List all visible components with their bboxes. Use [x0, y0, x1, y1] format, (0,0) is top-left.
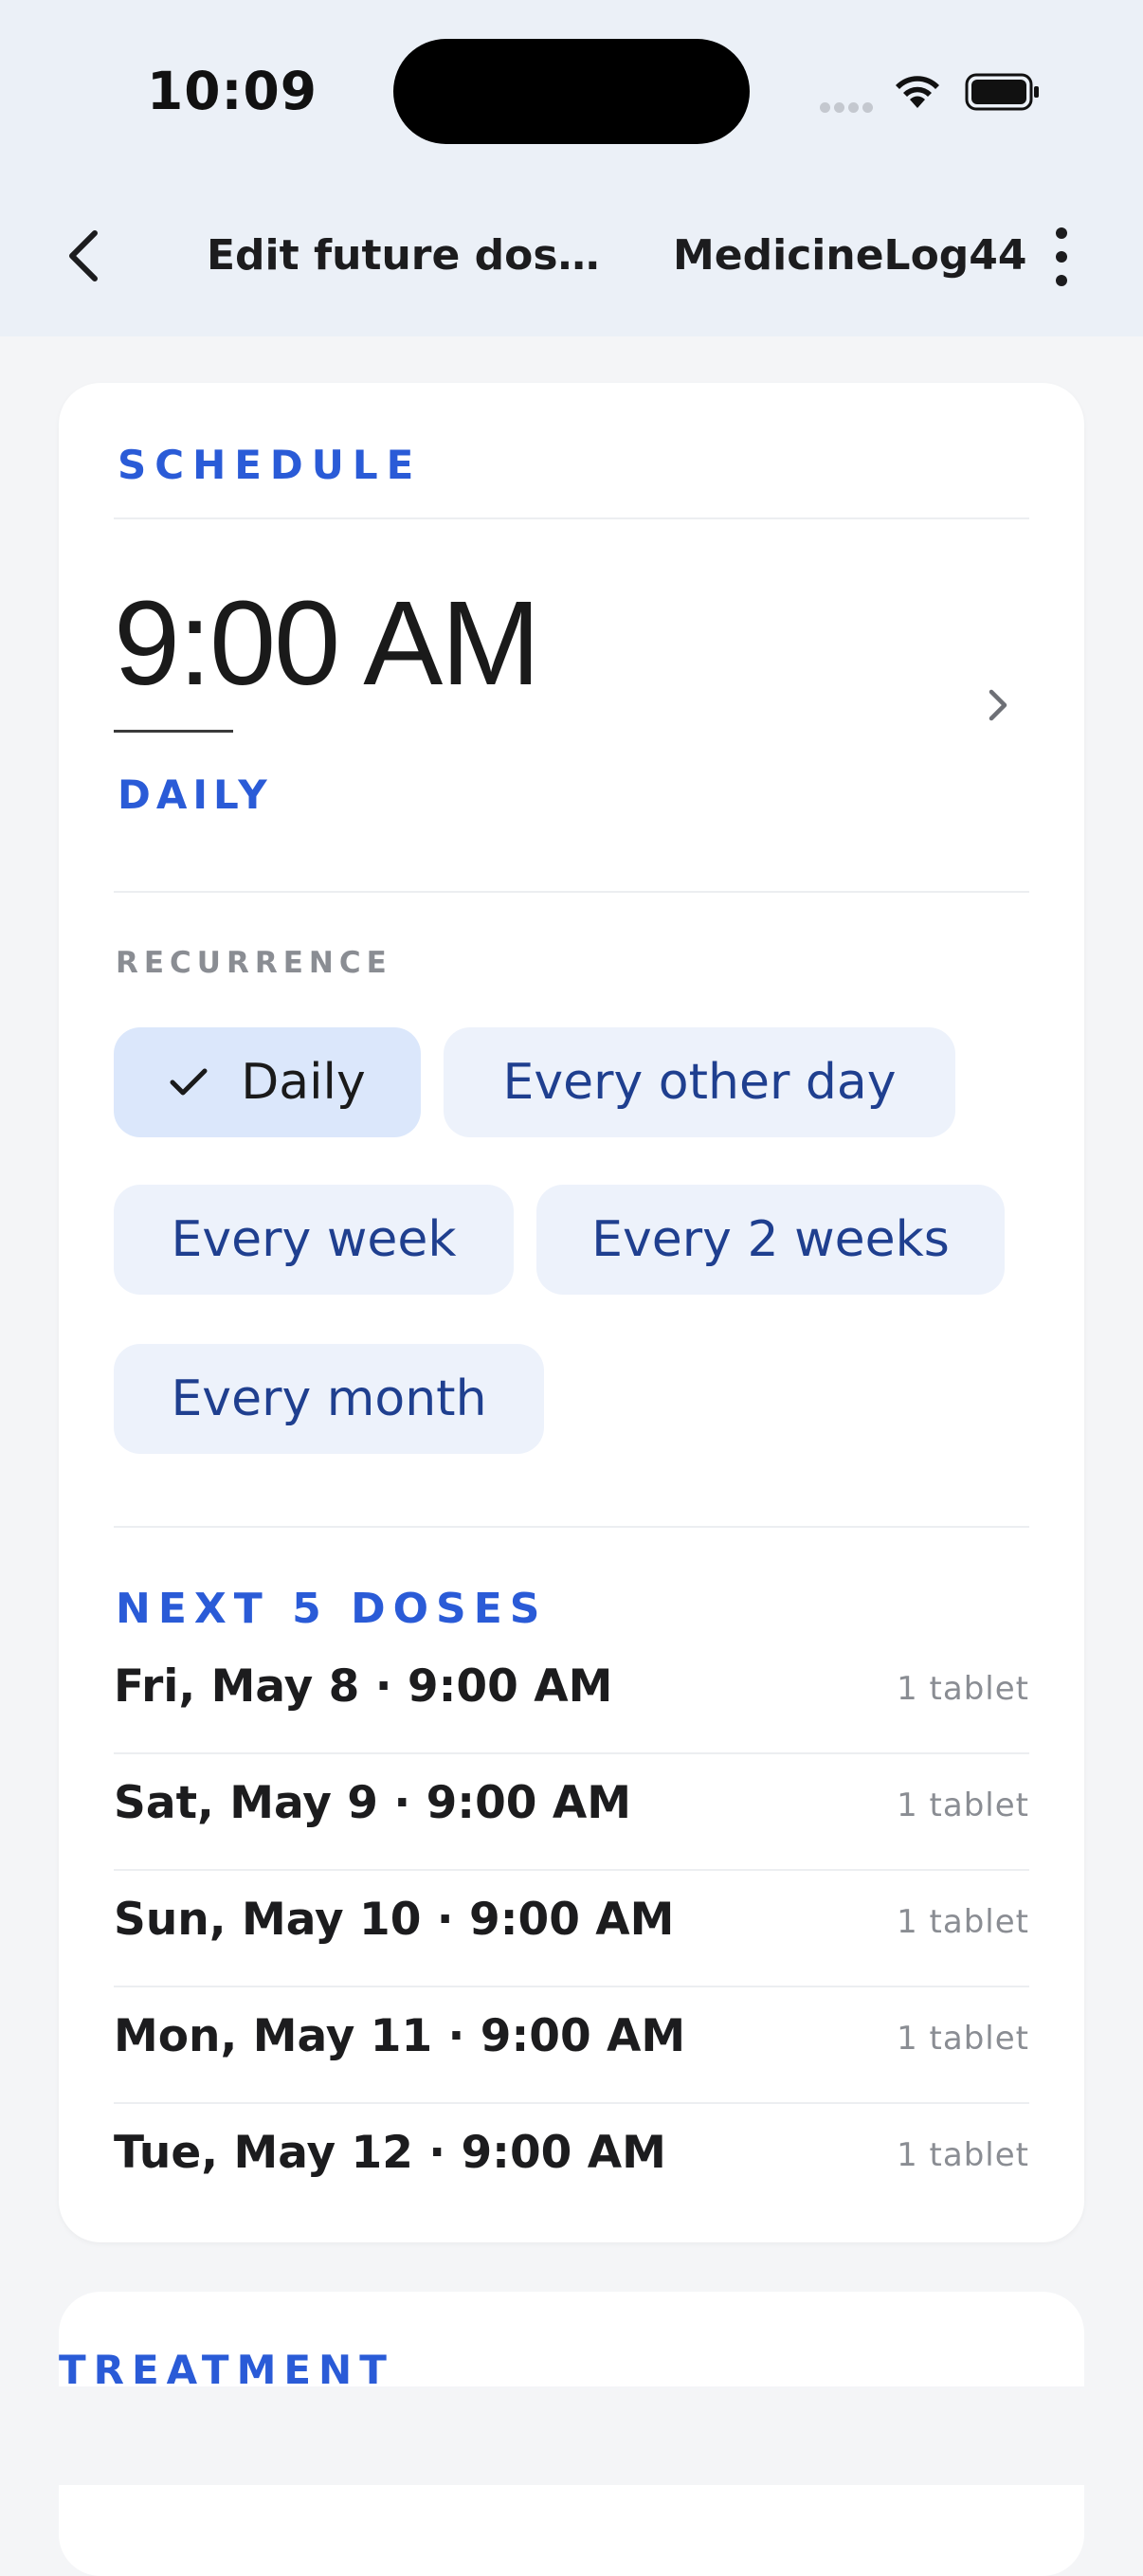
dose-quantity: 1 tablet [897, 1787, 1029, 1824]
time-underline [114, 730, 233, 733]
frequency-label: DAILY [118, 771, 273, 818]
chip-label: Daily [241, 1054, 366, 1111]
dose-quantity: 1 tablet [897, 1670, 1029, 1708]
schedule-card: SCHEDULE 9:00 AM DAILY RECURRENCE Daily … [59, 383, 1084, 2242]
dynamic-island [393, 39, 750, 144]
bottom-area [0, 2386, 1143, 2485]
page-title: Edit future dos… [207, 231, 600, 280]
back-button[interactable] [55, 223, 112, 289]
chevron-right-icon[interactable] [978, 686, 1016, 724]
dose-quantity: 1 tablet [897, 1903, 1029, 1941]
dose-date: Mon, May 11 · 9:00 AM [114, 2010, 686, 2062]
dose-date: Sun, May 10 · 9:00 AM [114, 1894, 675, 1946]
dose-row: Mon, May 11 · 9:00 AM 1 tablet [114, 1987, 1029, 2104]
battery-icon [965, 72, 1041, 116]
wifi-icon [891, 70, 944, 114]
chip-daily[interactable]: Daily [114, 1027, 421, 1137]
dose-date: Tue, May 12 · 9:00 AM [114, 2127, 666, 2179]
dose-time[interactable]: 9:00 AM [114, 574, 540, 712]
next-doses-label: NEXT 5 DOSES [116, 1585, 548, 1633]
divider [114, 891, 1029, 893]
dose-quantity: 1 tablet [897, 2020, 1029, 2058]
chevron-left-icon [69, 230, 98, 281]
status-time: 10:09 [147, 61, 318, 121]
recurrence-label: RECURRENCE [116, 946, 392, 980]
dose-row: Tue, May 12 · 9:00 AM 1 tablet [114, 2104, 1029, 2221]
dose-date: Fri, May 8 · 9:00 AM [114, 1660, 613, 1713]
more-vertical-icon [1056, 227, 1067, 239]
more-options-button[interactable] [1043, 227, 1080, 286]
chip-label: Every week [171, 1211, 457, 1268]
dose-date: Sat, May 9 · 9:00 AM [114, 1777, 631, 1829]
cellular-signal-icon [820, 99, 877, 117]
chip-every-other-day[interactable]: Every other day [444, 1027, 955, 1137]
schedule-section-label: SCHEDULE [118, 442, 423, 488]
divider [114, 517, 1029, 519]
chip-every-month[interactable]: Every month [114, 1344, 544, 1454]
chip-label: Every month [171, 1370, 487, 1427]
chip-every-2-weeks[interactable]: Every 2 weeks [536, 1185, 1005, 1295]
dose-row: Sun, May 10 · 9:00 AM 1 tablet [114, 1871, 1029, 1987]
chip-label: Every 2 weeks [591, 1211, 950, 1268]
chip-every-week[interactable]: Every week [114, 1185, 514, 1295]
dose-row: Fri, May 8 · 9:00 AM 1 tablet [114, 1638, 1029, 1754]
app-name: MedicineLog44 [673, 231, 1027, 280]
dose-row: Sat, May 9 · 9:00 AM 1 tablet [114, 1754, 1029, 1871]
divider [114, 1526, 1029, 1528]
dose-quantity: 1 tablet [897, 2136, 1029, 2174]
checkmark-icon [169, 1066, 209, 1098]
chip-label: Every other day [502, 1054, 897, 1111]
